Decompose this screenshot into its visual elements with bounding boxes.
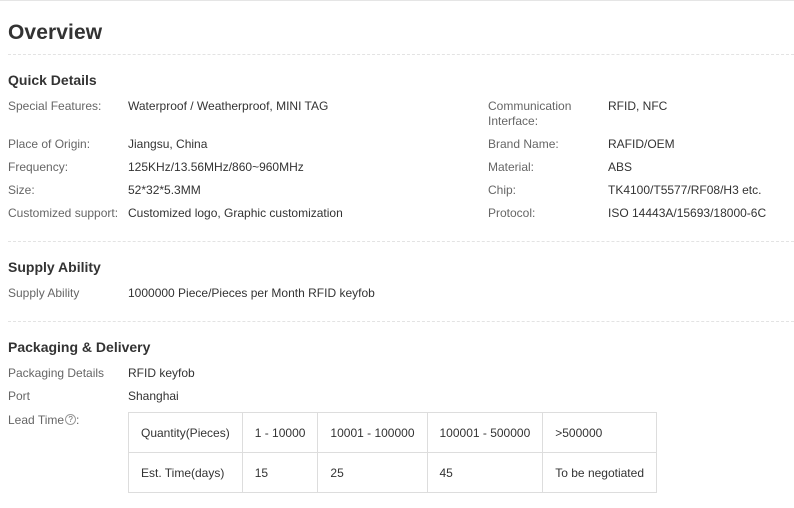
table-cell: 100001 - 500000: [426, 412, 544, 453]
communication-interface-label-line2: Interface:: [488, 114, 539, 128]
table-cell: To be negotiated: [542, 452, 657, 493]
material-label: Material:: [488, 160, 535, 174]
supply-ability-value: 1000000 Piece/Pieces per Month RFID keyf…: [128, 286, 375, 300]
lead-time-colon: :: [76, 413, 80, 427]
frequency-label: Frequency:: [8, 160, 69, 174]
size-label: Size:: [8, 183, 35, 197]
table-cell: 45: [426, 452, 544, 493]
material-value: ABS: [608, 160, 633, 174]
divider: [8, 54, 794, 55]
communication-interface-label-line1: Communication: [488, 99, 572, 113]
table-cell: Quantity(Pieces): [128, 412, 243, 453]
port-value: Shanghai: [128, 389, 179, 403]
packaging-delivery-heading: Packaging & Delivery: [8, 339, 151, 355]
chip-label: Chip:: [488, 183, 517, 197]
lead-time-label-text: Lead Time: [8, 413, 65, 427]
communication-interface-label: Communication Interface:: [488, 99, 571, 129]
place-of-origin-value: Jiangsu, China: [128, 137, 208, 151]
table-row: Est. Time(days) 15 25 45 To be negotiate…: [128, 452, 657, 493]
chip-value: TK4100/T5577/RF08/H3 etc.: [608, 183, 762, 197]
table-cell: 10001 - 100000: [317, 412, 428, 453]
customized-support-label: Customized support:: [8, 206, 119, 220]
special-features-label: Special Features:: [8, 99, 102, 113]
customized-support-value: Customized logo, Graphic customization: [128, 206, 343, 220]
frequency-value: 125KHz/13.56MHz/860~960MHz: [128, 160, 304, 174]
brand-name-label: Brand Name:: [488, 137, 559, 151]
table-cell: >500000: [542, 412, 657, 453]
port-label: Port: [8, 389, 31, 403]
divider: [8, 321, 794, 322]
special-features-value: Waterproof / Weatherproof, MINI TAG: [128, 99, 329, 113]
table-cell: Est. Time(days): [128, 452, 243, 493]
supply-ability-heading: Supply Ability: [8, 259, 101, 275]
packaging-details-value: RFID keyfob: [128, 366, 195, 380]
protocol-value: ISO 14443A/15693/18000-6C: [608, 206, 767, 220]
protocol-label: Protocol:: [488, 206, 536, 220]
packaging-details-label: Packaging Details: [8, 366, 105, 380]
table-cell: 15: [241, 452, 319, 493]
divider: [8, 241, 794, 242]
table-cell: 1 - 10000: [241, 412, 319, 453]
question-circle-icon[interactable]: ?: [65, 414, 77, 426]
top-border: [0, 0, 794, 1]
table-row: Quantity(Pieces) 1 - 10000 10001 - 10000…: [128, 412, 657, 453]
lead-time-label: Lead Time?:: [8, 413, 79, 428]
table-cell: 25: [317, 452, 428, 493]
size-value: 52*32*5.3MM: [128, 183, 201, 197]
place-of-origin-label: Place of Origin:: [8, 137, 91, 151]
communication-interface-value: RFID, NFC: [608, 99, 668, 113]
supply-ability-label: Supply Ability: [8, 286, 80, 300]
page-title: Overview: [8, 21, 103, 44]
brand-name-value: RAFID/OEM: [608, 137, 675, 151]
lead-time-table: Quantity(Pieces) 1 - 10000 10001 - 10000…: [128, 412, 657, 493]
quick-details-heading: Quick Details: [8, 72, 97, 88]
